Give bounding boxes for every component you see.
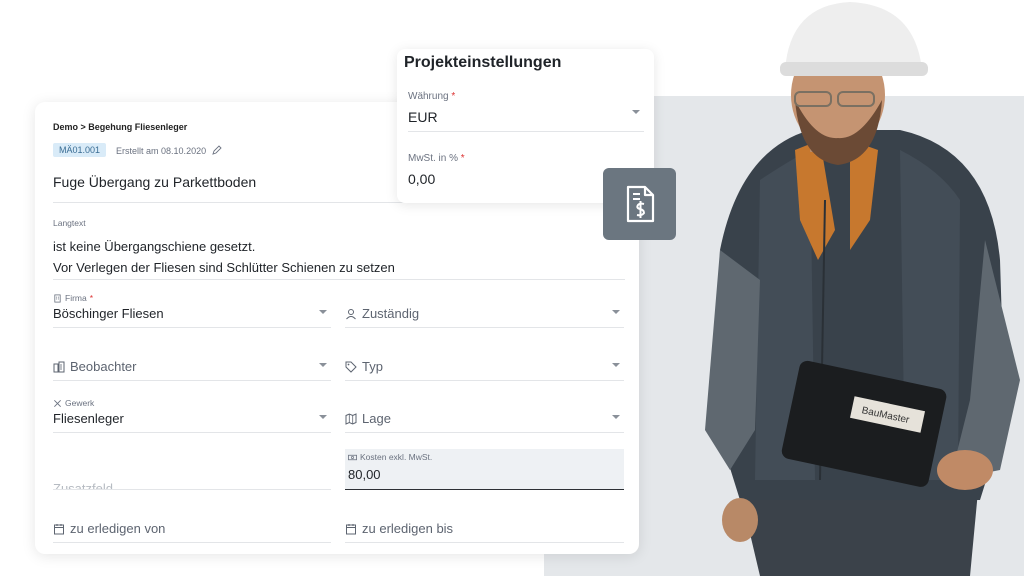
user-icon bbox=[346, 308, 356, 319]
erledigen-bis-input[interactable]: zu erledigen bis bbox=[345, 508, 624, 543]
firma-label: Firma bbox=[65, 293, 87, 303]
beobachter-placeholder-row: Beobachter bbox=[53, 359, 137, 374]
typ-placeholder-row: Typ bbox=[345, 359, 383, 374]
zustaendig-select[interactable]: Zuständig bbox=[345, 293, 624, 328]
calendar-icon bbox=[54, 523, 64, 534]
created-date-wrap: Erstellt am 08.10.2020 bbox=[116, 144, 222, 156]
firma-label-row: Firma * bbox=[53, 293, 93, 303]
calendar-icon bbox=[346, 523, 356, 534]
waehrung-select[interactable]: Währung * EUR bbox=[408, 91, 644, 132]
breadcrumb[interactable]: Demo > Begehung Fliesenleger bbox=[53, 122, 187, 132]
invoice-dollar-icon bbox=[626, 185, 654, 223]
kosten-label: Kosten exkl. MwSt. bbox=[360, 452, 433, 462]
lage-select[interactable]: Lage bbox=[345, 398, 624, 433]
typ-placeholder: Typ bbox=[362, 359, 383, 374]
settings-title: Projekteinstellungen bbox=[404, 54, 562, 71]
mwst-required-mark: * bbox=[460, 153, 465, 164]
kosten-input[interactable]: Kosten exkl. MwSt. 80,00 bbox=[345, 449, 624, 490]
langtext-line-1: ist keine Übergangschiene gesetzt. bbox=[53, 239, 256, 254]
erledigen-von-placeholder: zu erledigen von bbox=[70, 521, 166, 536]
issue-id-badge: MÄ01.001 bbox=[53, 143, 107, 157]
gewerk-label-row: Gewerk bbox=[53, 398, 94, 408]
created-date: Erstellt am 08.10.2020 bbox=[116, 145, 207, 156]
erledigen-von-input[interactable]: zu erledigen von bbox=[53, 508, 331, 543]
kosten-value: 80,00 bbox=[348, 467, 381, 482]
langtext-line-2: Vor Verlegen der Fliesen sind Schlütter … bbox=[53, 260, 395, 275]
zustaendig-placeholder-row: Zuständig bbox=[345, 306, 419, 321]
langtext-divider bbox=[53, 279, 625, 280]
mwst-label-row: MwSt. in % * bbox=[408, 153, 465, 164]
buildings-icon bbox=[53, 361, 65, 372]
typ-select[interactable]: Typ bbox=[345, 346, 624, 381]
issue-meta-row: MÄ01.001 Erstellt am 08.10.2020 bbox=[53, 143, 222, 157]
beobachter-select[interactable]: Beobachter bbox=[53, 346, 331, 381]
chevron-down-icon bbox=[612, 310, 620, 314]
firma-required-mark: * bbox=[89, 293, 94, 303]
zusatzfeld-input[interactable]: Zusatzfeld bbox=[53, 479, 331, 490]
lage-placeholder-row: Lage bbox=[345, 411, 391, 426]
firma-select[interactable]: Firma * Böschinger Fliesen bbox=[53, 293, 331, 328]
zusatzfeld-placeholder: Zusatzfeld bbox=[53, 481, 113, 490]
map-icon bbox=[345, 412, 357, 425]
erledigen-bis-row: zu erledigen bis bbox=[345, 521, 453, 536]
chevron-down-icon bbox=[612, 415, 620, 419]
lage-placeholder: Lage bbox=[362, 411, 391, 426]
waehrung-required-mark: * bbox=[451, 91, 456, 102]
building-icon bbox=[54, 293, 61, 303]
gewerk-select[interactable]: Gewerk Fliesenleger bbox=[53, 398, 331, 433]
gewerk-label: Gewerk bbox=[65, 398, 95, 408]
waehrung-label-row: Währung * bbox=[408, 91, 455, 102]
tag-icon bbox=[345, 361, 357, 373]
erledigen-bis-placeholder: zu erledigen bis bbox=[362, 521, 454, 536]
construction-worker-photo: BauMaster bbox=[705, 2, 1020, 576]
chevron-down-icon bbox=[612, 363, 620, 367]
langtext-textarea[interactable]: ist keine Übergangschiene gesetzt. Vor V… bbox=[53, 236, 395, 278]
mwst-label: MwSt. in % bbox=[408, 153, 459, 164]
waehrung-value: EUR bbox=[408, 109, 438, 125]
langtext-label: Langtext bbox=[53, 218, 86, 228]
money-icon bbox=[348, 454, 357, 460]
waehrung-label: Währung bbox=[408, 91, 449, 102]
pencil-icon[interactable] bbox=[211, 144, 222, 155]
zustaendig-placeholder: Zuständig bbox=[362, 306, 420, 321]
beobachter-placeholder: Beobachter bbox=[70, 359, 137, 374]
chevron-down-icon bbox=[632, 110, 640, 114]
firma-value: Böschinger Fliesen bbox=[53, 306, 164, 321]
chevron-down-icon bbox=[319, 363, 327, 367]
tools-icon bbox=[54, 399, 61, 407]
kosten-label-row: Kosten exkl. MwSt. bbox=[348, 452, 432, 462]
chevron-down-icon bbox=[319, 415, 327, 419]
issue-title[interactable]: Fuge Übergang zu Parkettboden bbox=[53, 174, 256, 190]
invoice-button[interactable] bbox=[603, 168, 676, 240]
chevron-down-icon bbox=[319, 310, 327, 314]
gewerk-value: Fliesenleger bbox=[53, 411, 124, 426]
erledigen-von-row: zu erledigen von bbox=[53, 521, 165, 536]
mwst-value: 0,00 bbox=[408, 171, 436, 187]
